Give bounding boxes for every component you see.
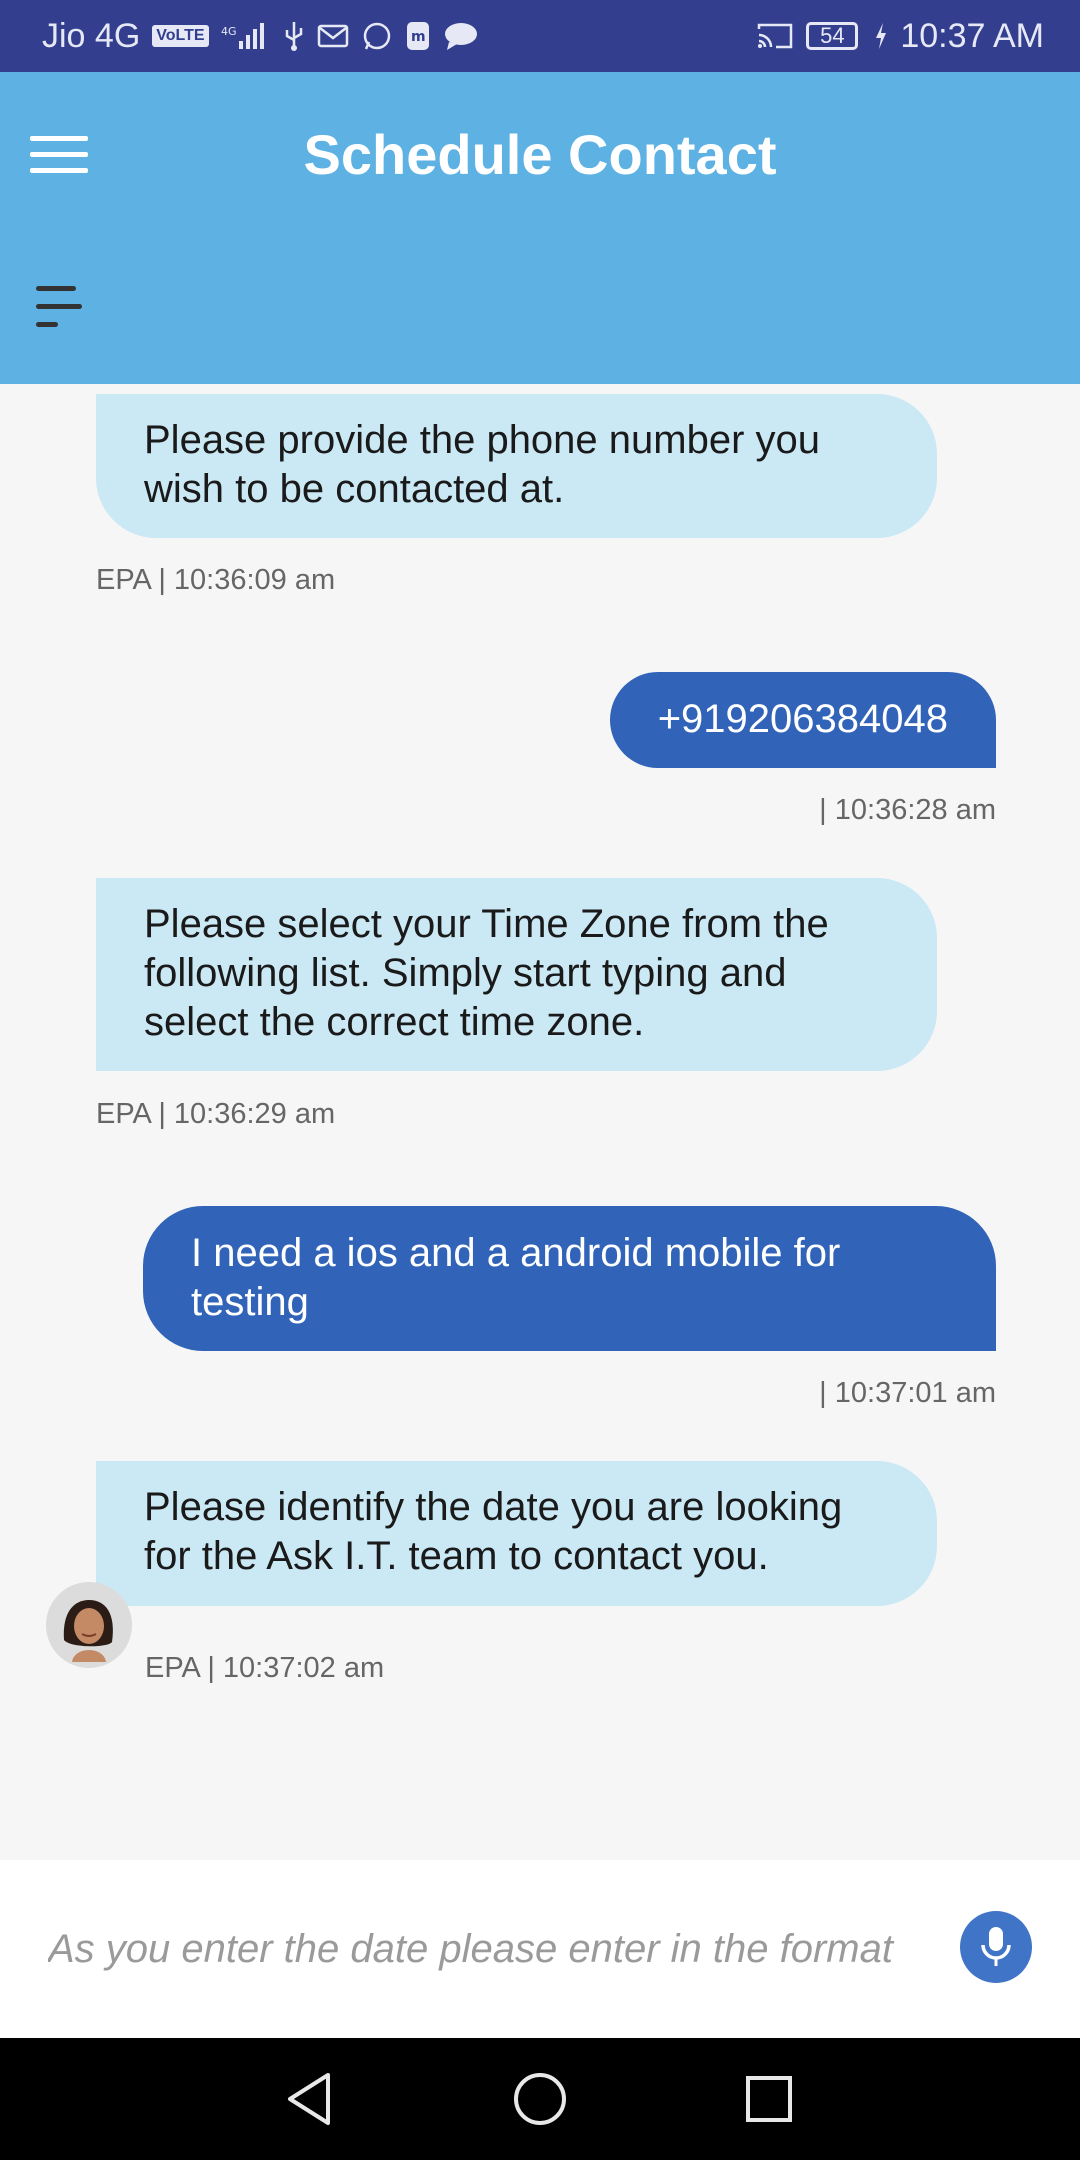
bot-avatar <box>46 1582 132 1668</box>
recents-icon[interactable] <box>738 2068 800 2130</box>
bot-message-bubble: Please select your Time Zone from the fo… <box>96 878 937 1071</box>
user-message-bubble: I need a ios and a android mobile for te… <box>143 1206 996 1351</box>
status-bar-right: 54 10:37 AM <box>756 17 1044 56</box>
microphone-icon[interactable] <box>960 1911 1032 1983</box>
user-message-bubble: +919206384048 <box>609 672 996 768</box>
message-input-bar <box>0 1860 1080 2038</box>
carrier-label: Jio 4G <box>42 16 141 55</box>
svg-text:4G: 4G <box>221 25 237 38</box>
app-header: Schedule Contact <box>0 72 1080 384</box>
system-navigation-bar <box>0 2038 1080 2160</box>
signal-icon: 4G <box>221 21 271 51</box>
page-title: Schedule Contact <box>303 123 777 186</box>
bot-message-bubble: Please identify the date you are looking… <box>96 1461 937 1606</box>
usb-icon <box>283 20 305 52</box>
charging-icon <box>874 22 888 50</box>
chat-notification-icon <box>443 20 479 52</box>
bot-message-bubble: Please provide the phone number you wish… <box>96 394 937 538</box>
message-meta: EPA | 10:36:29 am <box>96 1098 336 1130</box>
back-icon[interactable] <box>278 2068 340 2130</box>
message-meta: | 10:37:01 am <box>819 1377 996 1409</box>
clock: 10:37 AM <box>900 16 1044 55</box>
message-input[interactable] <box>46 1908 930 1990</box>
svg-text:m: m <box>411 29 426 45</box>
chat-transcript[interactable]: Please provide the phone number you wish… <box>0 384 1080 1860</box>
home-icon[interactable] <box>509 2068 571 2130</box>
status-bar: Jio 4G VoLTE 4G m 54 10:37 AM <box>0 0 1080 72</box>
volte-badge: VoLTE <box>152 25 209 47</box>
sort-menu-icon[interactable] <box>36 286 82 332</box>
battery-indicator: 54 <box>806 22 859 50</box>
message-meta: | 10:36:28 am <box>819 794 996 826</box>
whatsapp-icon <box>361 20 393 52</box>
cast-icon <box>756 21 794 51</box>
message-meta: EPA | 10:36:09 am <box>96 564 336 596</box>
messenger-app-icon: m <box>405 20 431 52</box>
message-meta: EPA | 10:37:02 am <box>145 1652 385 1684</box>
gmail-icon <box>317 23 349 49</box>
status-bar-left: Jio 4G VoLTE 4G m <box>42 17 479 56</box>
